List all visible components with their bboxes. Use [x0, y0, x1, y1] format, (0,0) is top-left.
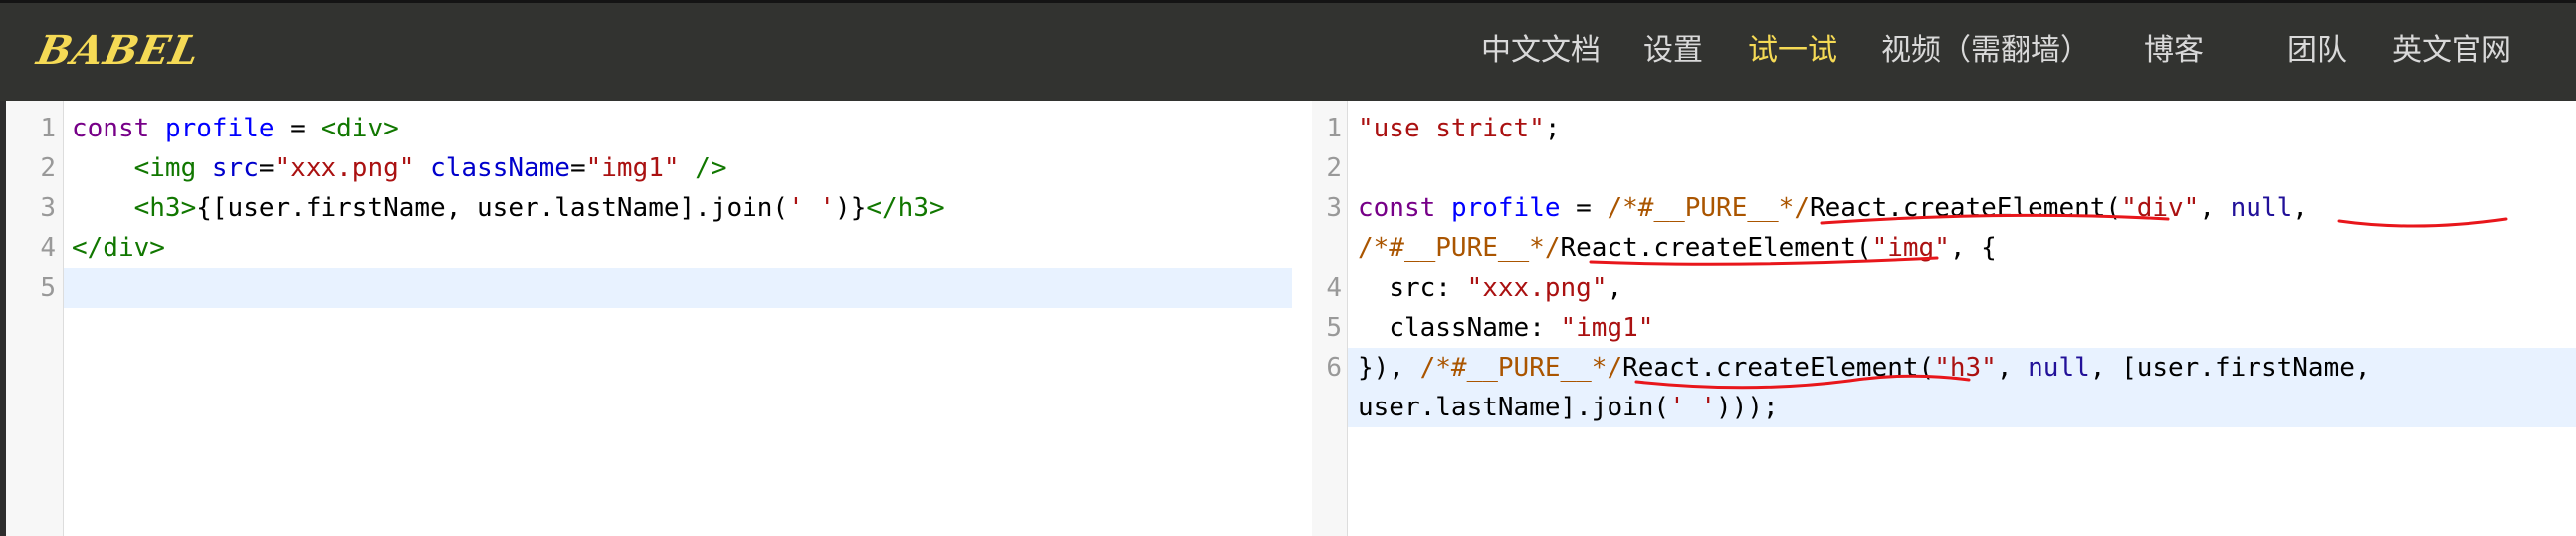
nav-item-chinese-docs[interactable]: 中文文档 — [1481, 31, 1601, 71]
header-bar: BABEL 中文文档 设置 试一试 视频（需翻墙） 博客 团队 英文官网 — [0, 3, 2576, 101]
token-punctuation: , — [2292, 193, 2308, 223]
token-string: "div" — [2121, 193, 2200, 223]
token-call: React.createElement( — [1809, 193, 2122, 223]
token-punctuation: , — [1607, 273, 1623, 303]
line-number: 1 — [1326, 114, 1342, 143]
token-property: className: — [1389, 313, 1561, 343]
token-string: "img" — [1871, 233, 1950, 263]
token-punctuation: , { — [1949, 233, 1997, 263]
token-tag: <h3> — [133, 193, 197, 223]
output-editor[interactable]: 1 2 3 4 5 6 "use strict"; const profile … — [1292, 101, 2576, 536]
token-atom: null — [2028, 353, 2090, 383]
input-code-line-4[interactable]: </div> — [72, 228, 165, 268]
token-property: src: — [1389, 273, 1467, 303]
output-code-line-4[interactable]: src: "xxx.png", — [1358, 268, 1622, 308]
token-expression: {[user.firstName, user.lastName].join( — [196, 193, 789, 223]
token-keyword: const — [72, 114, 150, 143]
line-number: 5 — [1326, 313, 1342, 343]
nav-item-english-site[interactable]: 英文官网 — [2392, 31, 2511, 71]
nav-item-team[interactable]: 团队 — [2287, 31, 2347, 71]
token-string: "img1" — [1560, 313, 1654, 343]
input-code-line-1[interactable]: const profile = <div> — [72, 109, 399, 148]
token-string: "xxx.png" — [1466, 273, 1608, 303]
token-tag: <div> — [321, 114, 399, 143]
token-punctuation: , — [2199, 193, 2231, 223]
underline-mark — [2337, 217, 2508, 228]
line-number: 5 — [40, 273, 56, 303]
token-comment: /*#__PURE__*/ — [1607, 193, 1810, 223]
token-call: React.createElement( — [1560, 233, 1872, 263]
token-string: ' ' — [1669, 393, 1717, 422]
input-code-line-3[interactable]: <h3>{[user.firstName, user.lastName].joi… — [72, 188, 945, 228]
line-number: 3 — [1326, 193, 1342, 223]
output-code-line-6-wrap[interactable]: user.lastName].join(' '))); — [1358, 388, 1779, 427]
token-string: ' ' — [788, 193, 836, 223]
token-operator: = — [1560, 193, 1608, 223]
token-keyword: const — [1358, 193, 1436, 223]
token-operator: = — [569, 153, 586, 183]
token-punctuation: , — [1996, 353, 2029, 383]
token-call: React.createElement( — [1622, 353, 1935, 383]
token-tag: <img — [133, 153, 197, 183]
token-tag: </h3> — [866, 193, 945, 223]
line-number: 2 — [40, 153, 56, 183]
input-code-line-2[interactable]: <img src="xxx.png" className="img1" /> — [72, 148, 727, 188]
token-punctuation: ; — [1544, 114, 1561, 143]
line-number: 4 — [40, 233, 56, 263]
nav-item-settings[interactable]: 设置 — [1643, 31, 1703, 71]
line-number: 6 — [1326, 353, 1342, 383]
line-number: 2 — [1326, 153, 1342, 183]
line-number: 1 — [40, 114, 56, 143]
token-expression: user.lastName].join( — [1358, 393, 1670, 422]
token-attribute: className — [430, 153, 570, 183]
nav-item-try-it[interactable]: 试一试 — [1748, 31, 1837, 71]
token-atom: null — [2230, 193, 2293, 223]
token-operator: = — [274, 114, 322, 143]
token-string: "use strict" — [1358, 114, 1545, 143]
token-string: "img1" — [585, 153, 680, 183]
token-comment: /*#__PURE__*/ — [1358, 233, 1561, 263]
token-operator: = — [258, 153, 275, 183]
token-expression: , [user.firstName, — [2089, 353, 2371, 383]
token-string: "xxx.png" — [274, 153, 415, 183]
output-code-line-3-wrap[interactable]: /*#__PURE__*/React.createElement("img", … — [1358, 228, 1997, 268]
input-active-line — [64, 268, 1292, 308]
output-code-line-1[interactable]: "use strict"; — [1358, 109, 1561, 148]
nav-item-blog[interactable]: 博客 — [2144, 31, 2204, 71]
token-expression: ))); — [1716, 393, 1779, 422]
token-string: "h3" — [1934, 353, 1997, 383]
token-attribute: src — [211, 153, 259, 183]
token-punctuation: }), — [1358, 353, 1420, 383]
output-code-line-3[interactable]: const profile = /*#__PURE__*/React.creat… — [1358, 188, 2308, 228]
token-variable: profile — [164, 114, 275, 143]
token-expression: )} — [835, 193, 867, 223]
token-comment: /*#__PURE__*/ — [1419, 353, 1623, 383]
line-number: 4 — [1326, 273, 1342, 303]
babel-logo[interactable]: BABEL — [33, 27, 204, 75]
output-code-line-5[interactable]: className: "img1" — [1358, 308, 1653, 348]
nav-item-videos[interactable]: 视频（需翻墙） — [1881, 31, 2090, 71]
line-number: 3 — [40, 193, 56, 223]
token-tag: </div> — [72, 233, 165, 263]
output-code-line-6[interactable]: }), /*#__PURE__*/React.createElement("h3… — [1358, 348, 2371, 388]
input-editor[interactable]: 1 2 3 4 5 const profile = <div> <img src… — [0, 101, 1292, 536]
token-tag: /> — [679, 153, 727, 183]
token-variable: profile — [1450, 193, 1561, 223]
